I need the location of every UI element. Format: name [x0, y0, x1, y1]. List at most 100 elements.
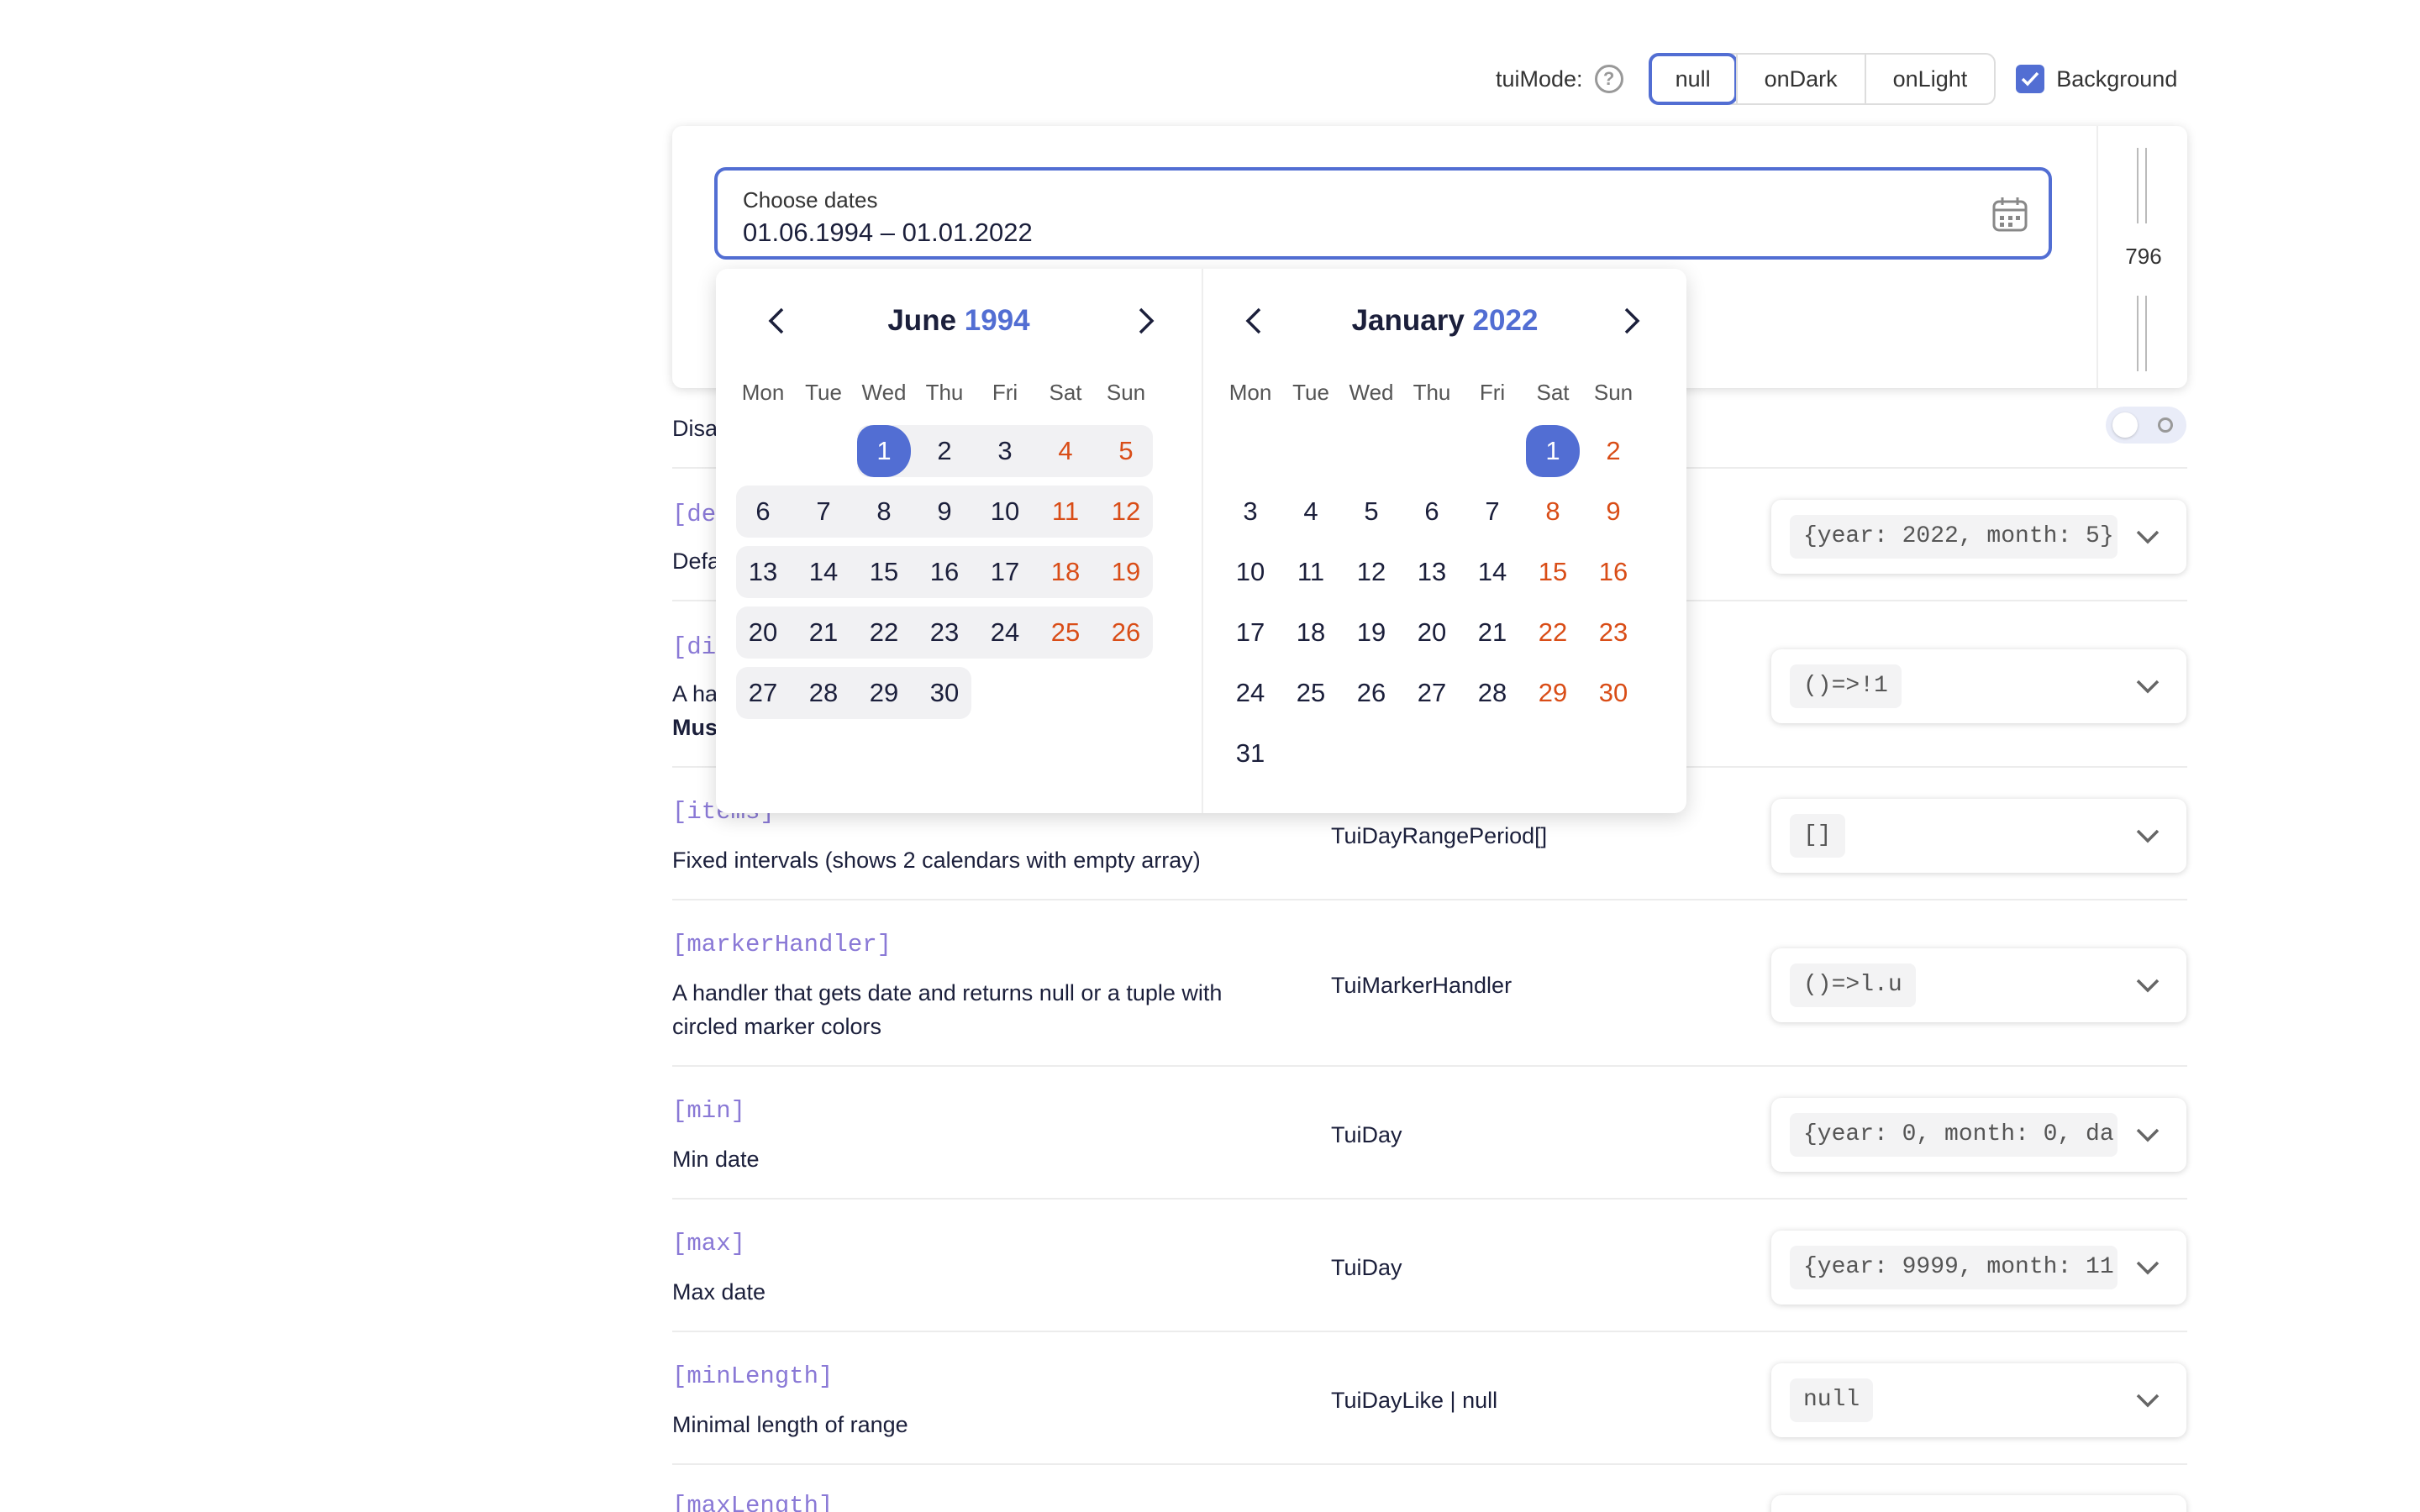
weekday-label: Mon — [1228, 380, 1272, 405]
calendar-day[interactable]: 22 — [854, 606, 914, 659]
calendar-day[interactable]: 24 — [1220, 667, 1281, 719]
calendar-day[interactable]: 23 — [914, 606, 975, 659]
value-dropdown[interactable] — [1771, 1495, 2186, 1512]
disabled-toggle[interactable] — [2106, 407, 2186, 444]
partial-desc: Defa — [672, 549, 721, 574]
calendar-day[interactable]: 21 — [793, 606, 854, 659]
calendar-day[interactable]: 31 — [1220, 727, 1281, 780]
calendar-day[interactable]: 6 — [1402, 486, 1462, 538]
calendar-day[interactable]: 27 — [733, 667, 793, 719]
prop-desc: Min date — [672, 1147, 760, 1172]
calendar-icon[interactable] — [1991, 196, 2028, 233]
prop-name: [min] — [672, 1097, 746, 1125]
value-dropdown[interactable]: [] — [1771, 799, 2186, 873]
mode-option-null[interactable]: null — [1648, 53, 1738, 105]
calendar-day[interactable]: 16 — [914, 546, 975, 598]
calendar-day[interactable]: 16 — [1583, 546, 1644, 598]
value-code: ()=>l.u — [1790, 963, 1916, 1007]
calendar-day[interactable]: 9 — [1583, 486, 1644, 538]
chevron-down-icon — [2136, 530, 2160, 544]
calendar-day[interactable]: 13 — [1402, 546, 1462, 598]
calendar-day[interactable]: 24 — [975, 606, 1035, 659]
calendar-day[interactable]: 29 — [854, 667, 914, 719]
partial-label: Disa — [672, 416, 718, 441]
calendar-day[interactable]: 18 — [1281, 606, 1341, 659]
mode-option-ondark[interactable]: onDark — [1735, 55, 1865, 103]
input-value: 01.06.1994 – 01.01.2022 — [743, 218, 1033, 247]
next-month-button[interactable] — [1128, 302, 1165, 339]
calendar-day[interactable]: 5 — [1096, 425, 1156, 477]
calendar-month-june: June 1994 Mon Tue Wed Thu Fri Sat Sun 1 2 3 4 5 6 7 8 9… — [716, 269, 1202, 813]
calendar-day[interactable]: 4 — [1035, 425, 1096, 477]
calendar-day[interactable]: 15 — [1523, 546, 1583, 598]
calendar-day[interactable]: 26 — [1096, 606, 1156, 659]
calendar-day[interactable]: 30 — [1583, 667, 1644, 719]
calendar-day[interactable]: 7 — [793, 486, 854, 538]
month-year[interactable]: 2022 — [1473, 304, 1539, 337]
calendar-day[interactable]: 4 — [1281, 486, 1341, 538]
next-month-button[interactable] — [1613, 302, 1650, 339]
calendar-day[interactable]: 28 — [793, 667, 854, 719]
calendar-day[interactable]: 23 — [1583, 606, 1644, 659]
resize-width-value: 796 — [2125, 244, 2162, 269]
calendar-day[interactable]: 2 — [914, 425, 975, 477]
value-dropdown[interactable]: {year: 9999, month: 11 — [1771, 1231, 2186, 1305]
calendar-day[interactable]: 14 — [1462, 546, 1523, 598]
calendar-day[interactable]: 20 — [1402, 606, 1462, 659]
calendar-day[interactable]: 19 — [1341, 606, 1402, 659]
month-year[interactable]: 1994 — [965, 304, 1030, 337]
help-icon[interactable]: ? — [1594, 65, 1623, 93]
calendar-day[interactable]: 28 — [1462, 667, 1523, 719]
calendar-day[interactable]: 2 — [1583, 425, 1644, 477]
mode-option-onlight[interactable]: onLight — [1864, 55, 1995, 103]
month-name: June — [887, 304, 957, 337]
calendar-day[interactable]: 18 — [1035, 546, 1096, 598]
calendar-day[interactable]: 11 — [1035, 486, 1096, 538]
calendar-day[interactable]: 17 — [975, 546, 1035, 598]
calendar-day[interactable]: 15 — [854, 546, 914, 598]
calendar-day[interactable]: 30 — [914, 667, 975, 719]
calendar-day[interactable]: 29 — [1523, 667, 1583, 719]
calendar-day[interactable]: 14 — [793, 546, 854, 598]
chevron-down-icon — [2136, 979, 2160, 993]
calendar-day[interactable]: 26 — [1341, 667, 1402, 719]
demo-resizer[interactable]: 796 — [2096, 126, 2187, 388]
row-divider — [672, 1463, 2187, 1465]
calendar-day[interactable]: 25 — [1035, 606, 1096, 659]
date-range-input[interactable]: Choose dates 01.06.1994 – 01.01.2022 — [714, 167, 2052, 260]
calendar-day[interactable]: 19 — [1096, 546, 1156, 598]
value-dropdown[interactable]: {year: 2022, month: 5} — [1771, 500, 2186, 574]
calendar-day[interactable]: 10 — [1220, 546, 1281, 598]
calendar-day[interactable]: 17 — [1220, 606, 1281, 659]
calendar-day[interactable]: 7 — [1462, 486, 1523, 538]
background-checkbox[interactable] — [2016, 65, 2045, 93]
calendar-day[interactable]: 6 — [733, 486, 793, 538]
calendar-day[interactable]: 3 — [975, 425, 1035, 477]
calendar-day[interactable]: 12 — [1341, 546, 1402, 598]
calendar-day[interactable]: 8 — [1523, 486, 1583, 538]
calendar-day[interactable]: 13 — [733, 546, 793, 598]
weekday-label: Sun — [1593, 380, 1634, 405]
calendar-day[interactable]: 12 — [1096, 486, 1156, 538]
calendar-day[interactable]: 22 — [1523, 606, 1583, 659]
calendar-day[interactable]: 1 — [1523, 425, 1583, 477]
calendar-day[interactable]: 11 — [1281, 546, 1341, 598]
calendar-day[interactable]: 21 — [1462, 606, 1523, 659]
calendar-day[interactable]: 9 — [914, 486, 975, 538]
value-code: ()=>!1 — [1790, 664, 1902, 708]
calendar-day[interactable]: 3 — [1220, 486, 1281, 538]
value-dropdown[interactable]: null — [1771, 1363, 2186, 1437]
calendar-day[interactable]: 1 — [854, 425, 914, 477]
calendar-day[interactable]: 10 — [975, 486, 1035, 538]
partial-prop: [de — [672, 501, 717, 528]
calendar-day[interactable]: 8 — [854, 486, 914, 538]
calendar-day[interactable]: 25 — [1281, 667, 1341, 719]
calendar-day[interactable]: 20 — [733, 606, 793, 659]
value-dropdown[interactable]: ()=>!1 — [1771, 649, 2186, 723]
calendar-day[interactable]: 5 — [1341, 486, 1402, 538]
weekday-label: Fri — [1479, 380, 1506, 405]
value-dropdown[interactable]: ()=>l.u — [1771, 948, 2186, 1022]
value-dropdown[interactable]: {year: 0, month: 0, da — [1771, 1098, 2186, 1172]
calendar-day[interactable]: 27 — [1402, 667, 1462, 719]
prop-name: [max] — [672, 1230, 746, 1257]
